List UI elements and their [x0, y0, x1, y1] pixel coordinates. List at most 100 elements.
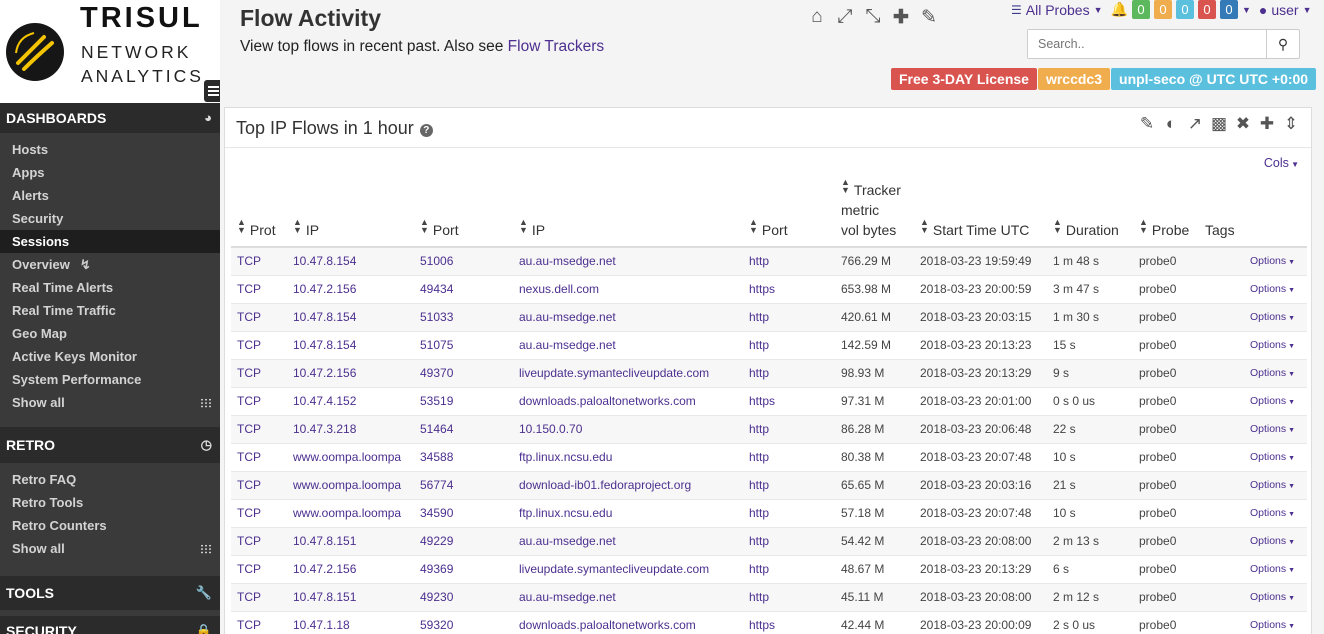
cell-dst-port[interactable]: http	[743, 471, 835, 500]
cell-src-ip[interactable]: 10.47.8.151	[287, 583, 414, 612]
sidebar-item-active-keys-monitor[interactable]: Active Keys Monitor	[0, 345, 220, 368]
plus-icon[interactable]: ✚	[890, 6, 912, 29]
cell-src-port[interactable]: 53519	[414, 387, 513, 416]
user-menu[interactable]: user	[1271, 2, 1298, 18]
plus-icon[interactable]: ✚	[1257, 114, 1277, 134]
cell-src-ip[interactable]: 10.47.2.156	[287, 275, 414, 304]
cell-prot[interactable]: TCP	[231, 471, 287, 500]
sidebar-item-real-time-alerts[interactable]: Real Time Alerts	[0, 276, 220, 299]
options-dropdown[interactable]: Options ▼	[1239, 555, 1307, 584]
options-dropdown[interactable]: Options ▼	[1239, 303, 1307, 332]
cell-src-port[interactable]: 51075	[414, 331, 513, 360]
count-badge-blue[interactable]: 0	[1219, 0, 1238, 19]
cell-dst-port[interactable]: https	[743, 611, 835, 634]
cell-src-ip[interactable]: www.oompa.loompa	[287, 443, 414, 472]
cell-src-port[interactable]: 34590	[414, 499, 513, 528]
sidebar-item-real-time-traffic[interactable]: Real Time Traffic	[0, 299, 220, 322]
options-dropdown[interactable]: Options ▼	[1239, 443, 1307, 472]
cell-prot[interactable]: TCP	[231, 527, 287, 556]
cell-dst-port[interactable]: http	[743, 247, 835, 276]
cell-dst-port[interactable]: http	[743, 415, 835, 444]
logo[interactable]: TRISUL NETWORK ANALYTICS	[0, 0, 220, 103]
sidebar-item-system-performance[interactable]: System Performance	[0, 368, 220, 391]
cell-src-ip[interactable]: 10.47.8.154	[287, 303, 414, 332]
options-dropdown[interactable]: Options ▼	[1239, 331, 1307, 360]
cell-dst-ip[interactable]: downloads.paloaltonetworks.com	[513, 611, 743, 634]
cell-dst-port[interactable]: http	[743, 583, 835, 612]
cell-prot[interactable]: TCP	[231, 443, 287, 472]
compress-icon[interactable]: ⤢	[834, 6, 856, 29]
cell-prot[interactable]: TCP	[231, 247, 287, 276]
search-input[interactable]	[1028, 30, 1266, 58]
cell-prot[interactable]: TCP	[231, 275, 287, 304]
col-src-port[interactable]: ▲ ▼ Port	[414, 178, 513, 248]
cell-dst-ip[interactable]: au.au-msedge.net	[513, 303, 743, 332]
cell-dst-port[interactable]: http	[743, 527, 835, 556]
count-badge-orange[interactable]: 0	[1153, 0, 1172, 19]
cell-dst-ip[interactable]: au.au-msedge.net	[513, 247, 743, 276]
cell-src-port[interactable]: 34588	[414, 443, 513, 472]
cell-src-ip[interactable]: www.oompa.loompa	[287, 471, 414, 500]
cell-src-port[interactable]: 59320	[414, 611, 513, 634]
menu-toggle-icon[interactable]	[204, 80, 220, 102]
sidebar-item-retro-show-all[interactable]: Show all	[0, 537, 220, 560]
cell-dst-port[interactable]: http	[743, 555, 835, 584]
close-icon[interactable]: ✖	[1233, 114, 1253, 134]
flow-trackers-link[interactable]: Flow Trackers	[508, 38, 604, 55]
cell-dst-ip[interactable]: liveupdate.symantecliveupdate.com	[513, 359, 743, 388]
options-dropdown[interactable]: Options ▼	[1239, 359, 1307, 388]
sidebar-item-apps[interactable]: Apps	[0, 161, 220, 184]
expand-icon[interactable]: ⤡	[862, 6, 884, 29]
cell-src-port[interactable]: 51033	[414, 303, 513, 332]
options-dropdown[interactable]: Options ▼	[1239, 611, 1307, 634]
cell-dst-ip[interactable]: au.au-msedge.net	[513, 583, 743, 612]
license-badge[interactable]: Free 3-DAY License	[891, 68, 1037, 90]
sidebar-section-dashboards[interactable]: DASHBOARDS ◕	[0, 103, 220, 133]
cell-src-port[interactable]: 51464	[414, 415, 513, 444]
cell-prot[interactable]: TCP	[231, 331, 287, 360]
col-dst-ip[interactable]: ▲ ▼ IP	[513, 178, 743, 248]
cell-dst-ip[interactable]: liveupdate.symantecliveupdate.com	[513, 555, 743, 584]
cell-src-ip[interactable]: 10.47.4.152	[287, 387, 414, 416]
home-icon[interactable]: ⌂	[806, 6, 828, 29]
probes-dropdown[interactable]: All Probes	[1026, 2, 1090, 18]
count-badge-cyan[interactable]: 0	[1175, 0, 1194, 19]
count-badge-green[interactable]: 0	[1131, 0, 1150, 19]
cell-prot[interactable]: TCP	[231, 387, 287, 416]
options-dropdown[interactable]: Options ▼	[1239, 583, 1307, 612]
cell-src-port[interactable]: 51006	[414, 247, 513, 276]
cell-prot[interactable]: TCP	[231, 611, 287, 634]
sidebar-item-retro-faq[interactable]: Retro FAQ	[0, 468, 220, 491]
cell-src-port[interactable]: 49370	[414, 359, 513, 388]
cell-src-ip[interactable]: 10.47.8.154	[287, 247, 414, 276]
search-button[interactable]: ⚲	[1266, 30, 1299, 58]
options-dropdown[interactable]: Options ▼	[1239, 471, 1307, 500]
cell-src-port[interactable]: 49229	[414, 527, 513, 556]
cell-dst-ip[interactable]: au.au-msedge.net	[513, 527, 743, 556]
col-src-ip[interactable]: ▲ ▼ IP	[287, 178, 414, 248]
cell-src-ip[interactable]: 10.47.2.156	[287, 359, 414, 388]
cell-src-port[interactable]: 49434	[414, 275, 513, 304]
cell-src-ip[interactable]: www.oompa.loompa	[287, 499, 414, 528]
cell-src-port[interactable]: 49230	[414, 583, 513, 612]
cell-prot[interactable]: TCP	[231, 555, 287, 584]
cell-dst-port[interactable]: http	[743, 443, 835, 472]
count-badge-red[interactable]: 0	[1197, 0, 1216, 19]
col-start-time[interactable]: ▲ ▼ Start Time UTC	[914, 178, 1047, 248]
cell-dst-ip[interactable]: ftp.linux.ncsu.edu	[513, 499, 743, 528]
caret-down-icon[interactable]: ▼	[1242, 5, 1251, 15]
cell-prot[interactable]: TCP	[231, 499, 287, 528]
sidebar-item-show-all[interactable]: Show all	[0, 391, 220, 414]
cell-prot[interactable]: TCP	[231, 303, 287, 332]
line-chart-icon[interactable]: ↗	[1185, 114, 1205, 134]
cols-dropdown[interactable]: Cols ▼	[1264, 156, 1299, 170]
cell-dst-port[interactable]: http	[743, 331, 835, 360]
options-dropdown[interactable]: Options ▼	[1239, 387, 1307, 416]
cell-dst-port[interactable]: http	[743, 303, 835, 332]
sidebar-item-geo-map[interactable]: Geo Map	[0, 322, 220, 345]
options-dropdown[interactable]: Options ▼	[1239, 499, 1307, 528]
cell-dst-port[interactable]: https	[743, 275, 835, 304]
col-probe[interactable]: ▲ ▼ Probe	[1133, 178, 1199, 248]
sidebar-item-retro-counters[interactable]: Retro Counters	[0, 514, 220, 537]
col-tracker-metric[interactable]: ▲ ▼ Tracker metric vol bytes	[835, 178, 914, 248]
